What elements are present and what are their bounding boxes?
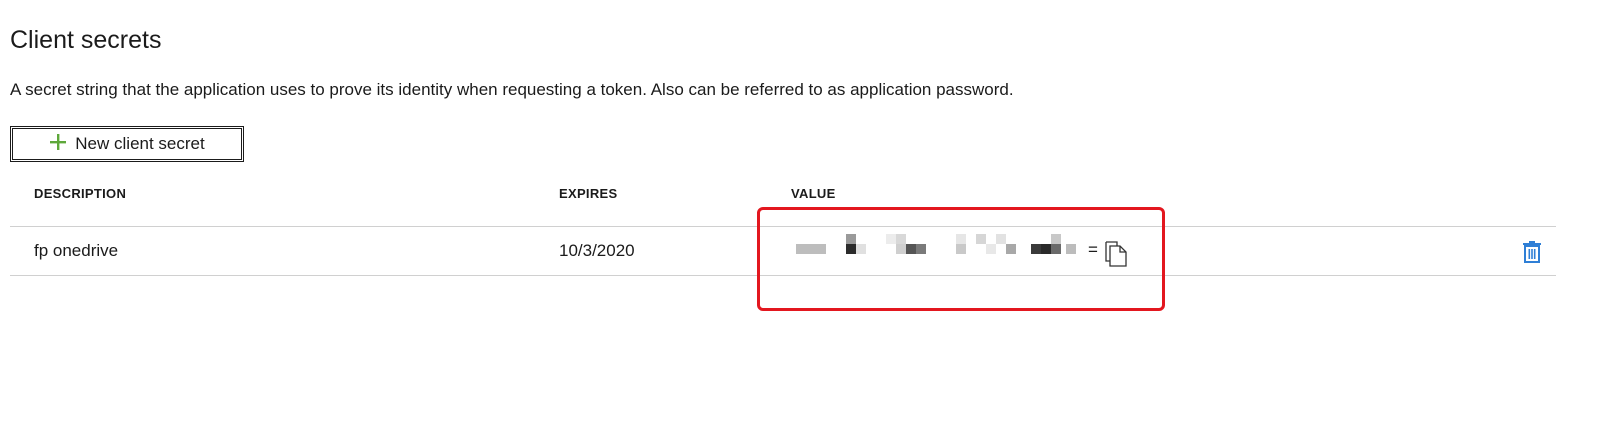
plus-icon: [49, 133, 67, 151]
section-description: A secret string that the application use…: [10, 80, 1014, 99]
column-header-value: VALUE: [791, 186, 836, 201]
secret-description-cell: fp onedrive: [34, 241, 119, 260]
client-secrets-page: Client secrets A secret string that the …: [0, 0, 1600, 427]
column-header-description: DESCRIPTION: [34, 186, 127, 201]
secret-expires-cell: 10/3/2020: [559, 241, 635, 260]
column-header-expires: EXPIRES: [559, 186, 618, 201]
highlight-annotation-box: [757, 207, 1165, 311]
trash-icon[interactable]: [1522, 240, 1542, 264]
new-client-secret-label: New client secret: [75, 134, 205, 153]
page-title: Client secrets: [10, 26, 162, 54]
new-client-secret-button[interactable]: New client secret: [10, 126, 244, 162]
